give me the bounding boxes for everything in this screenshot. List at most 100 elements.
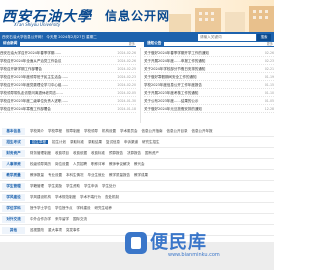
category-label[interactable]: 招生考试 — [2, 139, 25, 146]
category-link[interactable]: 学科建设 — [77, 206, 91, 210]
notice-list-item[interactable]: 关于2024年学校部分节假日安排的通知 02-21 — [144, 65, 274, 73]
category-link[interactable]: 收费标准 — [91, 151, 105, 155]
category-link[interactable]: 复试信息 — [106, 140, 120, 144]
category-link[interactable]: 收费依据 — [73, 151, 87, 155]
category-link[interactable]: 教师争议解决 — [109, 162, 130, 166]
category-link[interactable]: 毕业生就业 — [88, 173, 106, 177]
category-label[interactable]: 学位学科 — [2, 205, 25, 212]
notice-section-title[interactable]: 通知公告 — [144, 40, 165, 46]
category-link[interactable]: 查处机制 — [105, 195, 119, 199]
category-link[interactable]: 学校简介 — [30, 129, 44, 133]
category-link[interactable]: 学术规范制度 — [55, 195, 76, 199]
category-link[interactable]: 巡视整改 — [30, 228, 44, 232]
category-link[interactable]: 重大事项 — [48, 228, 62, 232]
notice-item-title[interactable]: 关于公布2023年度……结果的公示 — [144, 97, 198, 104]
news-list-item[interactable]: 西安石油大学召开2024年春季学期…… 2024-02-26 — [0, 49, 136, 57]
category-link[interactable]: 学生处分 — [102, 184, 116, 188]
notice-list-item[interactable]: 关于公布2023年度……结果的公示 01-05 — [144, 97, 274, 105]
category-link[interactable]: 学籍管理 — [30, 184, 44, 188]
category-link[interactable]: 规章制度 — [66, 129, 80, 133]
news-item-title[interactable]: 西安石油大学召开2024年春季学期…… — [0, 49, 61, 56]
notice-item-title[interactable]: 关于做好寒假期间安全工作的通知 — [144, 73, 197, 80]
category-link[interactable]: 学生资助 — [66, 184, 80, 188]
category-link[interactable]: 岗位设置 — [55, 162, 69, 166]
category-label[interactable]: 人事师资 — [2, 161, 25, 168]
category-link[interactable]: 教师数量 — [30, 173, 44, 177]
news-list-item[interactable]: 学校召开2024年全面从严治党工作会议 2024-02-26 — [0, 57, 136, 65]
notice-list-item[interactable]: 关于开展2023年度考核工作的通知 01-10 — [144, 89, 274, 97]
category-link[interactable]: 学术委员会 — [120, 129, 138, 133]
category-link[interactable]: 学术不端行为 — [80, 195, 101, 199]
category-link[interactable]: 学位授予点 — [55, 206, 73, 210]
category-link[interactable]: 职称评审 — [91, 162, 105, 166]
category-link[interactable]: 国际交流 — [73, 217, 87, 221]
category-link[interactable]: 来华留学 — [55, 217, 69, 221]
category-link[interactable]: 研究生招生 — [142, 140, 160, 144]
category-label[interactable]: 对外交流 — [2, 216, 25, 223]
category-link[interactable]: 校级领导简历 — [30, 162, 51, 166]
notice-item-title[interactable]: 关于2024年学校部分节假日安排的通知 — [144, 65, 205, 72]
category-link[interactable]: 收费项目 — [55, 151, 69, 155]
news-item-title[interactable]: 学校召开新学期工作部署会 — [0, 65, 42, 72]
category-label[interactable]: 学风建设 — [2, 194, 25, 201]
notice-list-item[interactable]: 关于做好2024年春季学期开学工作的通知 02-26 — [144, 49, 274, 57]
category-link[interactable]: 学生申诉 — [84, 184, 98, 188]
category-link[interactable]: 学生奖励 — [48, 184, 62, 188]
notice-list-item[interactable]: 关于做好寒假期间安全工作的通知 01-19 — [144, 73, 274, 81]
category-link[interactable]: 申诉渠道 — [124, 140, 138, 144]
notice-item-title[interactable]: 关于开展2024年度……申报工作的通知 — [144, 57, 205, 64]
category-link[interactable]: 教学成果 — [134, 173, 148, 177]
news-list-item[interactable]: 学校召开2023年度领导班子民主生活会…… 2024-02-23 — [0, 73, 136, 81]
category-link[interactable]: 录取标准 — [70, 140, 84, 144]
category-link[interactable]: 突发事件 — [66, 228, 80, 232]
category-label[interactable]: 学生管理 — [2, 183, 25, 190]
category-link[interactable]: 国有资产 — [145, 151, 159, 155]
notice-list-item[interactable]: 关于做好2024年元旦放假安排的通知 12-28 — [144, 105, 274, 113]
news-item-title[interactable]: 学校召开2023年度二级单位负责人述职…… — [0, 97, 68, 104]
notice-list-item[interactable]: 关于开展2024年度……申报工作的通知 02-23 — [144, 57, 274, 65]
category-link[interactable]: 授予学士学位 — [30, 206, 51, 210]
notice-item-title[interactable]: 关于开展2023年度考核工作的通知 — [144, 89, 198, 96]
category-link[interactable]: 信息公开年报 — [192, 129, 213, 133]
notice-more-link[interactable]: 更多 — [267, 41, 273, 46]
category-link[interactable]: 预算报告 — [109, 151, 123, 155]
category-link[interactable]: 信息公开指南 — [142, 129, 163, 133]
news-list-item[interactable]: 学校召开2023年度二级单位负责人述职…… 2024-01-30 — [0, 97, 136, 105]
category-label[interactable]: 财务资产 — [2, 150, 25, 157]
category-link[interactable]: 教代会 — [134, 162, 145, 166]
news-item-title[interactable]: 学校召开2024年寒假工作部署会 — [0, 105, 51, 112]
news-item-title[interactable]: 学校领导带队走访慰问离退休老同志…… — [0, 89, 63, 96]
category-link[interactable]: 教学质量报告 — [109, 173, 130, 177]
category-link[interactable]: 财务管理制度 — [30, 151, 51, 155]
notice-item-title[interactable]: 关于做好2024年元旦放假安排的通知 — [144, 105, 202, 112]
news-list-item[interactable]: 学校召开新学期工作部署会 2024-02-25 — [0, 65, 136, 73]
category-link[interactable]: 决算报告 — [127, 151, 141, 155]
notice-item-title[interactable]: 学校2023年度信息公开工作年度报告 — [144, 81, 202, 88]
category-link[interactable]: 信息公开目录 — [167, 129, 188, 133]
category-link[interactable]: 本科生情况 — [66, 173, 84, 177]
category-link[interactable]: 录取结果 — [88, 140, 102, 144]
category-link[interactable]: 学校章程 — [48, 129, 62, 133]
news-item-title[interactable]: 学校召开2023年度党委理论学习中心组…… — [0, 81, 68, 88]
news-list-item[interactable]: 学校召开2023年度党委理论学习中心组…… 2024-02-20 — [0, 81, 136, 89]
news-section-title[interactable]: 综合新闻 — [0, 40, 21, 46]
category-label[interactable]: 其他 — [2, 227, 25, 234]
category-link[interactable]: 招生章程 — [30, 140, 48, 144]
category-link[interactable]: 研究生培养 — [95, 206, 113, 210]
category-link[interactable]: 学风建设机构 — [30, 195, 51, 199]
category-link[interactable]: 专业设置 — [48, 173, 62, 177]
category-label[interactable]: 教学质量 — [2, 172, 25, 179]
news-list-item[interactable]: 学校召开2024年寒假工作部署会 2024-01-18 — [0, 105, 136, 113]
category-link[interactable]: 人员招聘 — [73, 162, 87, 166]
notice-list-item[interactable]: 学校2023年度信息公开工作年度报告 01-15 — [144, 81, 274, 89]
category-link[interactable]: 招生计划 — [52, 140, 66, 144]
news-list-item[interactable]: 学校领导带队走访慰问离退休老同志…… 2024-02-05 — [0, 89, 136, 97]
news-item-title[interactable]: 学校召开2024年全面从严治党工作会议 — [0, 57, 61, 64]
news-item-title[interactable]: 学校召开2023年度领导班子民主生活会…… — [0, 73, 68, 80]
notice-item-title[interactable]: 关于做好2024年春季学期开学工作的通知 — [144, 49, 209, 56]
category-link[interactable]: 学校领导 — [84, 129, 98, 133]
category-label[interactable]: 基本信息 — [2, 128, 25, 135]
category-link[interactable]: 中外合作办学 — [30, 217, 51, 221]
category-link[interactable]: 机构设置 — [102, 129, 116, 133]
news-more-link[interactable]: 更多 — [129, 41, 135, 46]
